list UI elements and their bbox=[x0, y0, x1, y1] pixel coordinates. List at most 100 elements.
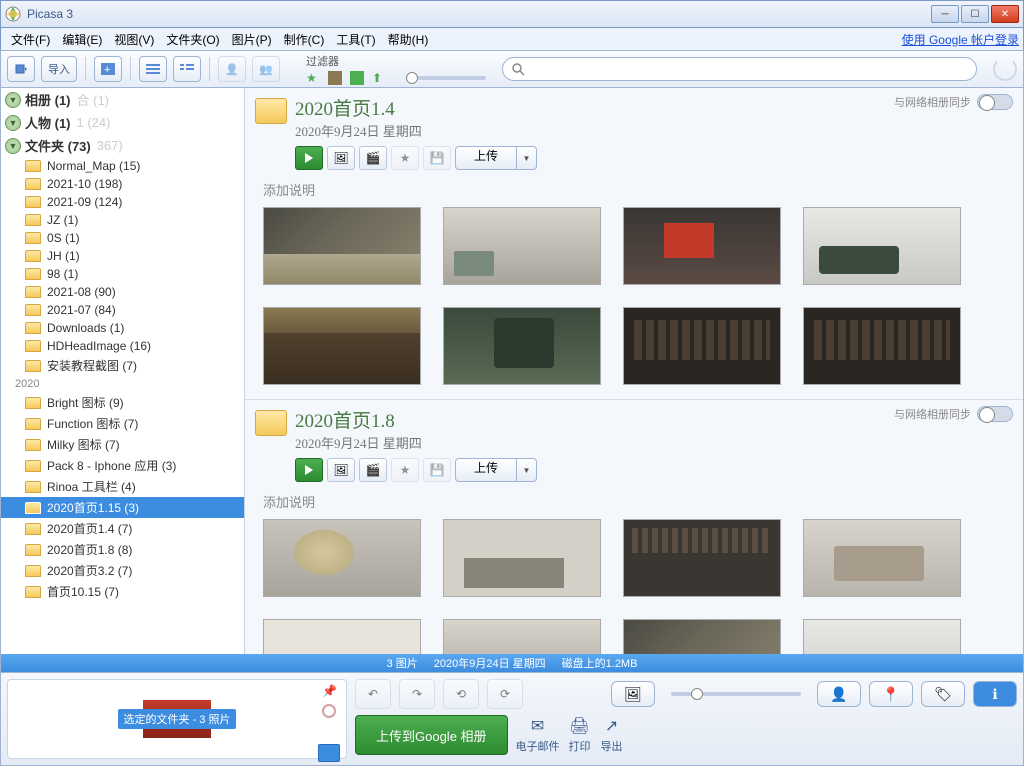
sidebar-folder[interactable]: 2021-09 (124) bbox=[1, 193, 244, 211]
photo-thumbnail[interactable] bbox=[623, 619, 781, 654]
google-login-link[interactable]: 使用 Google 帐户登录 bbox=[902, 31, 1019, 48]
maximize-button[interactable]: ☐ bbox=[961, 5, 989, 23]
menu-make[interactable]: 制作(C) bbox=[278, 31, 331, 48]
filter-star-icon[interactable]: ★ bbox=[306, 71, 320, 85]
filter-geo-icon[interactable]: ⬆ bbox=[372, 71, 386, 85]
upload-button[interactable]: 上传 bbox=[455, 458, 517, 482]
photo-tray[interactable]: 选定的文件夹 - 3 照片 📌 bbox=[7, 679, 347, 759]
add-button[interactable]: + bbox=[94, 56, 122, 82]
filter-person-icon[interactable] bbox=[328, 71, 342, 85]
sidebar-category[interactable]: ▼文件夹 (73)367) bbox=[1, 134, 244, 157]
movie-button[interactable]: 🎬 bbox=[359, 146, 387, 170]
sidebar-folder[interactable]: Downloads (1) bbox=[1, 319, 244, 337]
email-button[interactable]: ✉电子邮件 bbox=[516, 716, 560, 754]
pin-icon[interactable]: 📌 bbox=[322, 684, 336, 698]
sidebar-category[interactable]: ▼人物 (1)1 (24) bbox=[1, 111, 244, 134]
menu-view[interactable]: 视图(V) bbox=[108, 31, 160, 48]
geo-tag-button[interactable]: 📍 bbox=[869, 681, 913, 707]
sidebar-folder[interactable]: 2020首页3.2 (7) bbox=[1, 560, 244, 581]
sidebar-folder[interactable]: 安装教程截图 (7) bbox=[1, 355, 244, 376]
sidebar-folder[interactable]: 2020首页1.8 (8) bbox=[1, 539, 244, 560]
album-description[interactable]: 添加说明 bbox=[263, 180, 1013, 199]
sidebar-folder[interactable]: Milky 图标 (7) bbox=[1, 434, 244, 455]
photo-thumbnail[interactable] bbox=[443, 619, 601, 654]
sync-switch[interactable] bbox=[977, 94, 1013, 110]
sidebar-folder[interactable]: Bright 图标 (9) bbox=[1, 392, 244, 413]
close-button[interactable]: ✕ bbox=[991, 5, 1019, 23]
photo-thumbnail[interactable] bbox=[443, 207, 601, 285]
sidebar-folder[interactable]: Function 图标 (7) bbox=[1, 413, 244, 434]
clear-tray-icon[interactable] bbox=[322, 704, 336, 718]
photo-thumbnail[interactable] bbox=[443, 519, 601, 597]
effects-button[interactable]: 🖼 bbox=[327, 146, 355, 170]
thumb-size-icon[interactable]: 🖼 bbox=[611, 681, 655, 707]
menu-tool[interactable]: 工具(T) bbox=[330, 31, 381, 48]
filter-video-icon[interactable] bbox=[350, 71, 364, 85]
photo-thumbnail[interactable] bbox=[803, 619, 961, 654]
upload-dropdown[interactable]: ▼ bbox=[517, 146, 537, 170]
sidebar-folder[interactable]: Rinoa 工具栏 (4) bbox=[1, 476, 244, 497]
view-tree-button[interactable] bbox=[173, 56, 201, 82]
sidebar-folder[interactable]: 2020首页1.4 (7) bbox=[1, 518, 244, 539]
sidebar-folder[interactable]: Normal_Map (15) bbox=[1, 157, 244, 175]
play-slideshow-button[interactable] bbox=[295, 146, 323, 170]
collapse-icon[interactable]: ▼ bbox=[5, 92, 21, 108]
save-button[interactable]: 💾 bbox=[423, 458, 451, 482]
sidebar-category[interactable]: ▼相册 (1)合 (1) bbox=[1, 88, 244, 111]
collapse-icon[interactable]: ▼ bbox=[5, 138, 21, 154]
sidebar-folder[interactable]: 98 (1) bbox=[1, 265, 244, 283]
photo-thumbnail[interactable] bbox=[803, 519, 961, 597]
sidebar-folder[interactable]: 2021-10 (198) bbox=[1, 175, 244, 193]
sidebar-folder[interactable]: JH (1) bbox=[1, 247, 244, 265]
sidebar-folder[interactable]: JZ (1) bbox=[1, 211, 244, 229]
rotate-left-button[interactable]: ↶ bbox=[355, 679, 391, 709]
sidebar-folder[interactable]: 2021-08 (90) bbox=[1, 283, 244, 301]
menu-edit[interactable]: 编辑(E) bbox=[56, 31, 108, 48]
photo-thumbnail[interactable] bbox=[263, 307, 421, 385]
menu-picture[interactable]: 图片(P) bbox=[226, 31, 278, 48]
menu-help[interactable]: 帮助(H) bbox=[382, 31, 435, 48]
photo-thumbnail[interactable] bbox=[803, 207, 961, 285]
star-button[interactable]: ★ bbox=[391, 458, 419, 482]
upload-button[interactable]: 上传 bbox=[455, 146, 517, 170]
upload-dropdown[interactable]: ▼ bbox=[517, 458, 537, 482]
photo-thumbnail[interactable] bbox=[263, 619, 421, 654]
screensaver-icon[interactable] bbox=[318, 744, 340, 762]
view-list-button[interactable] bbox=[139, 56, 167, 82]
undo-button[interactable]: ⟲ bbox=[443, 679, 479, 709]
tag-button[interactable]: 🏷 bbox=[921, 681, 965, 707]
filter-slider[interactable] bbox=[406, 76, 486, 80]
person-button[interactable]: 👤 bbox=[218, 56, 246, 82]
sidebar-folder[interactable]: 2021-07 (84) bbox=[1, 301, 244, 319]
sidebar-folder[interactable]: 0S (1) bbox=[1, 229, 244, 247]
play-slideshow-button[interactable] bbox=[295, 458, 323, 482]
import-button[interactable]: 导入 bbox=[41, 56, 77, 82]
sidebar-folder[interactable]: HDHeadImage (16) bbox=[1, 337, 244, 355]
photo-thumbnail[interactable] bbox=[803, 307, 961, 385]
tag-people-button[interactable]: 👤 bbox=[817, 681, 861, 707]
photo-thumbnail[interactable] bbox=[623, 519, 781, 597]
zoom-slider[interactable] bbox=[671, 692, 801, 696]
menu-folder[interactable]: 文件夹(O) bbox=[160, 31, 225, 48]
photo-thumbnail[interactable] bbox=[623, 307, 781, 385]
photo-thumbnail[interactable] bbox=[443, 307, 601, 385]
redo-button[interactable]: ⟳ bbox=[487, 679, 523, 709]
star-button[interactable]: ★ bbox=[391, 146, 419, 170]
movie-button[interactable]: 🎬 bbox=[359, 458, 387, 482]
sidebar-folder[interactable]: 首页10.15 (7) bbox=[1, 581, 244, 602]
search-input[interactable] bbox=[502, 57, 977, 81]
effects-button[interactable]: 🖼 bbox=[327, 458, 355, 482]
album-description[interactable]: 添加说明 bbox=[263, 492, 1013, 511]
info-button[interactable]: ℹ bbox=[973, 681, 1017, 707]
sync-switch[interactable] bbox=[977, 406, 1013, 422]
menu-file[interactable]: 文件(F) bbox=[5, 31, 56, 48]
save-button[interactable]: 💾 bbox=[423, 146, 451, 170]
back-button[interactable] bbox=[7, 56, 35, 82]
photo-thumbnail[interactable] bbox=[263, 519, 421, 597]
people-button[interactable]: 👥 bbox=[252, 56, 280, 82]
rotate-right-button[interactable]: ↷ bbox=[399, 679, 435, 709]
upload-google-button[interactable]: 上传到Google 相册 bbox=[355, 715, 508, 755]
photo-thumbnail[interactable] bbox=[263, 207, 421, 285]
sidebar-folder[interactable]: 2020首页1.15 (3) bbox=[1, 497, 244, 518]
photo-thumbnail[interactable] bbox=[623, 207, 781, 285]
